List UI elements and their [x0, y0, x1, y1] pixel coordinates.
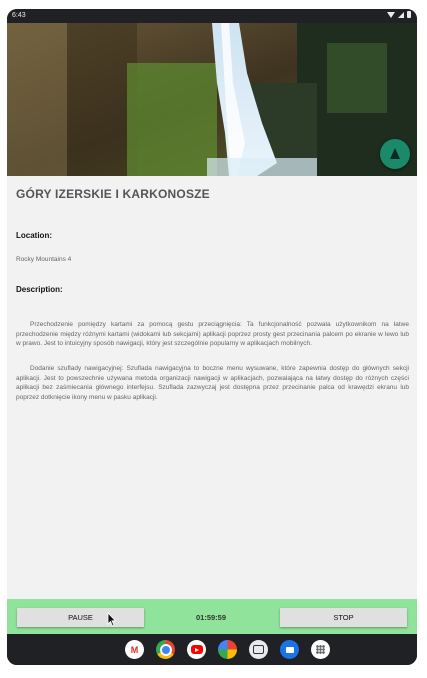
photos-icon[interactable]	[218, 640, 237, 659]
playback-controls: PAUSE 01:59:59 STOP	[7, 599, 417, 634]
status-icons	[387, 11, 411, 18]
description-paragraph: Przechodzenie pomiędzy kartami za pomocą…	[16, 321, 409, 347]
youtube-icon[interactable]	[187, 640, 206, 659]
description-label: Description:	[16, 285, 63, 294]
location-label: Location:	[16, 231, 52, 240]
waterfall-illustration	[7, 23, 417, 176]
app-drawer-icon[interactable]	[311, 640, 330, 659]
place-title: GÓRY IZERSKIE I KARKONOSZE	[16, 187, 210, 201]
status-time: 6:43	[12, 12, 26, 19]
waterfall-image	[7, 23, 417, 176]
chrome-icon[interactable]	[156, 640, 175, 659]
app-dock: M	[7, 634, 417, 665]
pause-button[interactable]: PAUSE	[17, 608, 144, 627]
battery-icon	[407, 11, 411, 18]
timer-display: 01:59:59	[196, 613, 227, 622]
tablet-screen: 6:43 GÓRY IZERSKIE I KARKONOSZE Location…	[7, 9, 417, 665]
status-bar: 6:43	[7, 9, 417, 23]
gmail-icon[interactable]: M	[125, 640, 144, 659]
navigation-arrow-icon	[390, 148, 400, 159]
location-value: Rocky Mountains 4	[16, 256, 72, 263]
navigation-fab[interactable]	[380, 139, 410, 169]
messages-icon[interactable]	[280, 640, 299, 659]
app-content: GÓRY IZERSKIE I KARKONOSZE Location: Roc…	[7, 23, 417, 634]
camera-icon[interactable]	[249, 640, 268, 659]
stop-button[interactable]: STOP	[280, 608, 407, 627]
wifi-icon	[387, 11, 395, 18]
signal-icon	[398, 11, 404, 18]
description-paragraph: Dodanie szuflady nawigacyjnej: Szuflada …	[16, 365, 409, 401]
mouse-cursor	[107, 612, 117, 632]
